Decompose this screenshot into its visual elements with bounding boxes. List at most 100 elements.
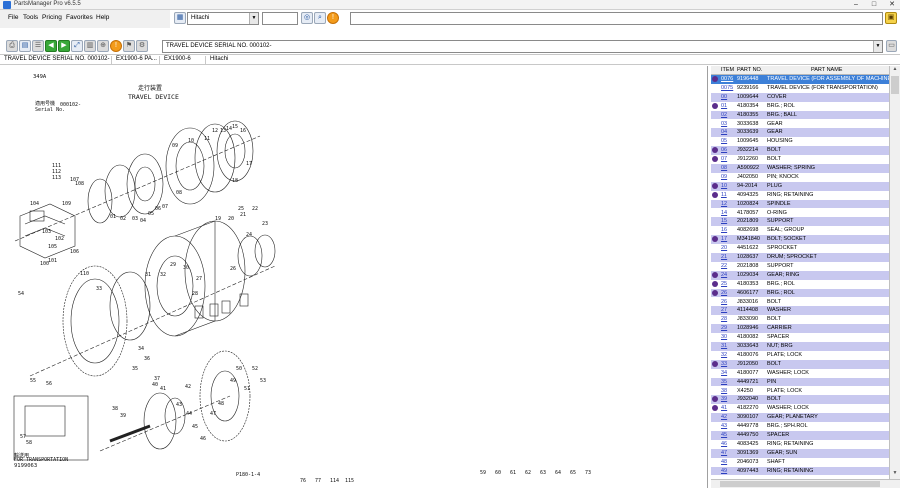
exploded-diagram[interactable]: 349A 走行装置 TRAVEL DEVICE 適用号機 000102- Ser…: [0, 66, 708, 488]
table-row[interactable]: 21 1028637 DRUM; SPROCKET: [711, 253, 889, 262]
horizontal-scrollbar[interactable]: [711, 479, 900, 488]
table-row[interactable]: 30 4180082 SPACER: [711, 333, 889, 342]
table-row[interactable]: 39 J932040 BOLT: [711, 395, 889, 405]
table-row[interactable]: 03 3033638 GEAR: [711, 120, 889, 129]
info-icon[interactable]: [712, 76, 718, 82]
callout-number[interactable]: 30: [183, 265, 189, 271]
table-row[interactable]: 12 1020824 SPINDLE: [711, 199, 889, 209]
callout-number[interactable]: 77: [315, 478, 321, 484]
table-row[interactable]: 29 1028946 CARRIER: [711, 324, 889, 334]
item-cell[interactable]: 16: [721, 227, 727, 233]
folder-icon[interactable]: ▣: [885, 12, 897, 24]
callout-number[interactable]: 46: [200, 436, 206, 442]
callout-number[interactable]: 47: [210, 411, 216, 417]
vertical-scrollbar[interactable]: ▲ ▼: [889, 66, 900, 480]
table-row[interactable]: 09 J402050 PIN; KNOCK: [711, 173, 889, 182]
item-cell[interactable]: 33: [721, 361, 727, 367]
menu-tools[interactable]: Tools: [23, 14, 38, 21]
callout-number[interactable]: 103: [42, 229, 51, 235]
table-row[interactable]: 0076 9196448 TRAVEL DEVICE (FOR ASSEMBLY O…: [711, 75, 893, 84]
info-icon[interactable]: [712, 156, 718, 163]
flag-icon[interactable]: ⚑: [123, 40, 135, 52]
table-row[interactable]: 22 2021808 SUPPORT: [711, 262, 889, 271]
item-cell[interactable]: 49: [721, 468, 727, 474]
menu-file[interactable]: File: [8, 14, 18, 21]
item-cell[interactable]: 01: [721, 103, 727, 109]
item-cell[interactable]: 04: [721, 129, 727, 135]
callout-number[interactable]: 35: [132, 366, 138, 372]
table-row[interactable]: 31 3033643 NUT; BRG: [711, 342, 889, 351]
callout-number[interactable]: 29: [170, 262, 176, 268]
callout-number[interactable]: 08: [176, 190, 182, 196]
callout-number[interactable]: 27: [196, 276, 202, 282]
item-cell[interactable]: 09: [721, 174, 727, 180]
forward-arrow-icon[interactable]: ▶: [58, 40, 70, 52]
breadcrumb-brand[interactable]: Hitachi: [210, 56, 250, 65]
item-cell[interactable]: 24: [721, 272, 727, 278]
item-cell[interactable]: 20: [721, 245, 727, 251]
item-cell[interactable]: 03: [721, 121, 727, 127]
callout-number[interactable]: 100: [40, 261, 49, 267]
callout-number[interactable]: 53: [260, 378, 266, 384]
table-row[interactable]: 05 1009645 HOUSING: [711, 137, 889, 146]
info-icon[interactable]: [712, 236, 718, 243]
table-row[interactable]: 17 M341840 BOLT; SOCKET: [711, 235, 889, 245]
callout-number[interactable]: 43: [176, 402, 182, 408]
callout-number[interactable]: 28: [192, 291, 198, 297]
table-row[interactable]: 41 4182270 WASHER; LOCK: [711, 404, 889, 413]
scroll-thumb[interactable]: [720, 481, 880, 487]
table-row[interactable]: 0075 9239166 TRAVEL DEVICE (FOR TRANSPORTA…: [711, 84, 889, 93]
item-cell[interactable]: 14: [721, 210, 727, 216]
callout-number[interactable]: 106: [70, 249, 79, 255]
callout-number[interactable]: 36: [144, 356, 150, 362]
item-cell[interactable]: 28: [721, 316, 727, 322]
list-icon[interactable]: ☰: [32, 40, 44, 52]
table-row[interactable]: 26 4606177 BRG.; ROL: [711, 288, 889, 298]
callout-number[interactable]: 114: [330, 478, 339, 484]
callout-number[interactable]: 113: [52, 175, 61, 181]
table-row[interactable]: 15 2021809 SUPPORT: [711, 217, 889, 227]
item-cell[interactable]: 05: [721, 138, 727, 144]
callout-number[interactable]: 52: [252, 366, 258, 372]
item-cell[interactable]: 08: [721, 165, 727, 171]
item-cell[interactable]: 12: [721, 201, 727, 207]
callout-number[interactable]: 32: [160, 272, 166, 278]
callout-number[interactable]: 54: [18, 291, 24, 297]
callout-number[interactable]: 09: [172, 143, 178, 149]
info-icon[interactable]: [712, 289, 718, 296]
model-input[interactable]: [262, 12, 298, 25]
callout-number[interactable]: 50: [236, 366, 242, 372]
table-row[interactable]: 26 J833016 BOLT: [711, 298, 889, 307]
callout-number[interactable]: 22: [252, 206, 258, 212]
back-arrow-icon[interactable]: ◀: [45, 40, 57, 52]
scroll-thumb[interactable]: [891, 76, 899, 94]
item-cell[interactable]: 39: [721, 396, 727, 402]
close-icon[interactable]: ✕: [884, 0, 900, 10]
breadcrumb-model[interactable]: EX1900-6: [164, 56, 206, 65]
callout-number[interactable]: 64: [555, 470, 561, 476]
item-cell[interactable]: 22: [721, 263, 727, 269]
callout-number[interactable]: 115: [345, 478, 354, 484]
catalog-icon[interactable]: ▦: [174, 12, 186, 24]
settings-icon[interactable]: ⚙: [136, 40, 148, 52]
header-item[interactable]: ITEM: [721, 67, 734, 73]
callout-number[interactable]: 76: [300, 478, 306, 484]
table-row[interactable]: 02 4180355 BRG.; BALL: [711, 110, 889, 120]
item-cell[interactable]: 32: [721, 352, 727, 358]
maximize-icon[interactable]: □: [866, 0, 882, 10]
item-cell[interactable]: 00: [721, 94, 727, 100]
callout-number[interactable]: 34: [138, 346, 144, 352]
menu-help[interactable]: Help: [96, 14, 109, 21]
callout-number[interactable]: 03: [132, 216, 138, 222]
item-cell[interactable]: 34: [721, 370, 727, 376]
callout-number[interactable]: 62: [525, 470, 531, 476]
item-cell[interactable]: 0075: [721, 85, 733, 91]
callout-number[interactable]: 38: [112, 406, 118, 412]
item-cell[interactable]: 26: [721, 290, 727, 296]
table-row[interactable]: 35 4449721 PIN: [711, 377, 889, 387]
table-row[interactable]: 32 4180076 PLATE; LOCK: [711, 351, 889, 360]
table-row[interactable]: 47 3091369 GEAR; SUN: [711, 448, 889, 458]
binoculars-icon[interactable]: ◎: [301, 12, 313, 24]
callout-number[interactable]: 21: [240, 212, 246, 218]
item-cell[interactable]: 31: [721, 343, 727, 349]
